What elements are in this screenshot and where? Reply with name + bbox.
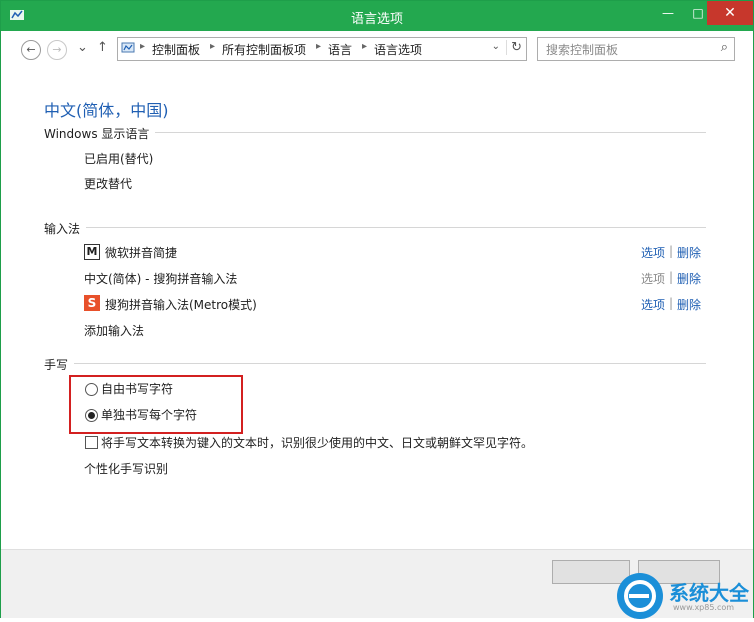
watermark-e-icon — [624, 580, 656, 612]
recent-dropdown-icon[interactable]: ⌄ — [77, 40, 88, 55]
input-method-name: 中文(简体) - 搜狗拼音输入法 — [84, 272, 238, 286]
breadcrumb-language[interactable]: 语言 — [328, 41, 352, 58]
single-char-label[interactable]: 单独书写每个字符 — [101, 406, 197, 423]
watermark-text: 系统大全 — [669, 581, 749, 605]
search-box[interactable]: 搜索控制面板 ⌕ — [537, 37, 735, 61]
free-writing-radio[interactable] — [85, 383, 98, 396]
breadcrumb-all-items[interactable]: 所有控制面板项 — [222, 41, 306, 58]
watermark-logo-icon — [617, 573, 663, 619]
handwriting-title: 手写 — [44, 356, 75, 373]
address-dropdown-icon[interactable]: ⌄ — [492, 41, 500, 52]
refresh-icon[interactable]: ↻ — [506, 40, 522, 55]
navigation-bar: ← → ⌄ ↑ ▸ 控制面板 ▸ 所有控制面板项 ▸ 语言 ▸ 语言选项 ⌄ ↻… — [1, 31, 753, 69]
free-writing-label[interactable]: 自由书写字符 — [101, 380, 173, 397]
control-panel-small-icon — [121, 42, 135, 53]
link-separator: | — [669, 244, 674, 258]
microsoft-pinyin-icon: M — [84, 244, 100, 260]
ime-options-link: 选项 — [641, 272, 666, 286]
breadcrumb-control-panel[interactable]: 控制面板 — [152, 41, 200, 58]
ime-remove-link[interactable]: 删除 — [677, 244, 701, 261]
language-options-window: 语言选项 — □ ✕ ← → ⌄ ↑ ▸ 控制面板 ▸ 所有控制面板项 ▸ 语言… — [0, 0, 754, 619]
input-method-title: 输入法 — [44, 220, 87, 237]
forward-arrow-icon[interactable]: → — [47, 40, 67, 60]
page-title: 中文(简体，中国) — [44, 101, 169, 120]
add-input-method-link[interactable]: 添加输入法 — [84, 322, 144, 339]
breadcrumb-separator-icon[interactable]: ▸ — [362, 41, 367, 52]
input-method-name: 微软拼音简捷 — [105, 246, 178, 260]
ime-remove-link[interactable]: 删除 — [677, 296, 701, 313]
personalize-handwriting-link[interactable]: 个性化手写识别 — [84, 460, 168, 477]
rare-characters-checkbox[interactable] — [85, 436, 98, 449]
title-bar[interactable]: 语言选项 — □ ✕ — [1, 1, 753, 31]
ime-options-link[interactable]: 选项 — [641, 244, 665, 261]
radio-selected-dot — [88, 412, 95, 419]
section-divider — [44, 227, 706, 228]
close-button[interactable]: ✕ — [707, 1, 753, 25]
search-input[interactable]: 搜索控制面板 — [546, 41, 618, 58]
breadcrumb-language-options[interactable]: 语言选项 — [374, 41, 422, 58]
breadcrumb-separator-icon: ▸ — [140, 41, 146, 52]
link-separator: | — [669, 296, 674, 310]
rare-characters-label[interactable]: 将手写文本转换为键入的文本时，识别很少使用的中文、日文或朝鲜文罕见字符。 — [101, 434, 533, 451]
change-override-link[interactable]: 更改替代 — [84, 175, 132, 192]
display-language-status: 已启用(替代) — [84, 152, 154, 166]
up-arrow-icon[interactable]: ↑ — [97, 40, 108, 55]
single-char-radio[interactable] — [85, 409, 98, 422]
watermark: 系统大全 www.xp85.com — [617, 573, 753, 619]
section-divider — [44, 363, 706, 364]
address-bar[interactable]: ▸ 控制面板 ▸ 所有控制面板项 ▸ 语言 ▸ 语言选项 ⌄ ↻ — [117, 37, 527, 61]
search-icon[interactable]: ⌕ — [721, 40, 728, 55]
watermark-url: www.xp85.com — [673, 603, 735, 612]
link-separator: | — [669, 270, 674, 284]
window-title: 语言选项 — [350, 12, 403, 27]
breadcrumb-separator-icon[interactable]: ▸ — [210, 41, 215, 52]
display-language-title: Windows 显示语言 — [44, 125, 156, 142]
ime-remove-link[interactable]: 删除 — [677, 270, 701, 287]
breadcrumb-separator-icon[interactable]: ▸ — [316, 41, 321, 52]
sogou-icon: S — [84, 295, 100, 311]
ime-options-link[interactable]: 选项 — [641, 296, 665, 313]
minimize-button[interactable]: — — [653, 1, 683, 25]
input-method-name: 搜狗拼音输入法(Metro模式) — [105, 298, 257, 312]
back-arrow-icon[interactable]: ← — [21, 40, 41, 60]
